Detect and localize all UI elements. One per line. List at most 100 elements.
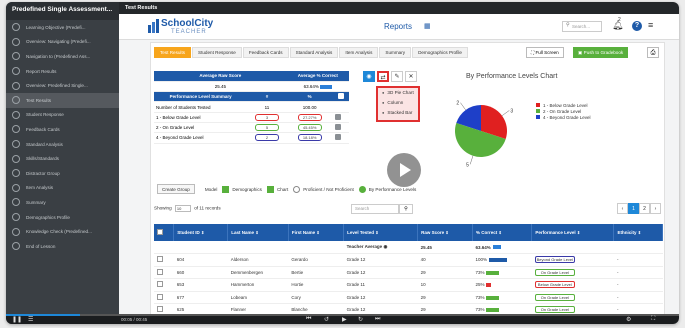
edit-icon[interactable]: ✎	[391, 71, 403, 82]
last-name-link[interactable]: Hammerton	[227, 278, 289, 292]
first-name-link[interactable]: Gerardo	[288, 253, 344, 267]
first-name-link[interactable]: Cory	[288, 291, 344, 304]
first-name-link[interactable]: Bertie	[288, 266, 344, 279]
column-header[interactable]: Last Name ⇕	[227, 224, 289, 241]
row-checkbox[interactable]	[157, 281, 163, 288]
chart-options-icon[interactable]: ⇄	[377, 71, 389, 82]
table-search-input[interactable]: Search	[351, 204, 399, 214]
sidebar-item[interactable]: Overview: Predefined Single...	[6, 78, 119, 93]
column-header[interactable]: % Correct ⇕	[472, 224, 533, 241]
chart-checkbox[interactable]	[266, 185, 274, 193]
legend-item[interactable]: 4 - Beyond Grade Level	[536, 114, 591, 120]
tab-demographics-profile[interactable]: Demographics Profile	[412, 47, 468, 58]
sidebar-item-label: Feedback Cards	[26, 126, 60, 132]
sidebar-item[interactable]: Student Response	[6, 108, 119, 123]
column-header[interactable]: Student ID ⇕	[173, 224, 229, 241]
chart-menu-item[interactable]: 3D Pie Chart	[378, 88, 418, 98]
level-count[interactable]: 5	[254, 124, 279, 132]
next-page-icon[interactable]: ›	[650, 203, 661, 214]
forward-icon[interactable]: ↻	[358, 316, 363, 323]
column-header[interactable]: Ethnicity ⇕	[613, 224, 663, 241]
tab-student-response[interactable]: Student Response	[192, 47, 242, 58]
page-button[interactable]: 1	[628, 203, 639, 214]
close-icon[interactable]: ✕	[405, 71, 417, 82]
menu-toggle-icon[interactable]: ☰	[28, 316, 33, 323]
select-all-checkbox[interactable]	[157, 229, 163, 235]
sidebar-item[interactable]: Learning Objective (Predefi...	[6, 20, 119, 35]
settings-icon[interactable]: ⚙	[626, 316, 631, 323]
row-checkbox[interactable]	[157, 293, 163, 300]
circle-icon	[12, 154, 20, 163]
tab-standard-analysis[interactable]: Standard Analysis	[289, 47, 339, 58]
prev-page-icon[interactable]: ‹	[617, 203, 628, 214]
sidebar-item[interactable]: Test Results	[6, 92, 119, 108]
sidebar-item[interactable]: Report Results	[6, 64, 119, 79]
sidebar-item[interactable]: Knowledge Check (Predefined...	[6, 224, 119, 239]
sidebar-item[interactable]: Feedback Cards	[6, 122, 119, 137]
sidebar-item-label: End of Lesson	[26, 243, 56, 249]
sidebar-item-label: Knowledge Check (Predefined...	[26, 229, 92, 235]
demographics-checkbox[interactable]	[222, 185, 230, 193]
tab-summary[interactable]: Summary	[379, 47, 412, 58]
previous-icon[interactable]: ⏮	[306, 316, 311, 323]
create-group-button[interactable]: Create Group	[157, 184, 195, 194]
level-percent[interactable]: 45.45%	[297, 124, 322, 132]
menu-icon[interactable]: ≡	[648, 20, 653, 30]
sidebar-item[interactable]: Item Analysis	[6, 181, 119, 196]
sidebar-item[interactable]: Skills/Standards	[6, 151, 119, 166]
fullscreen-button[interactable]: ⛶ Full Screen	[526, 47, 564, 58]
results-table: Student ID ⇕ Last Name ⇕ First Name ⇕ Level…	[154, 224, 663, 317]
first-name-link[interactable]: Hortie	[288, 278, 344, 292]
pct-bar	[486, 283, 492, 288]
print-icon[interactable]: ⎙	[647, 47, 659, 58]
play-icon[interactable]: ▶	[342, 316, 347, 323]
level-checkbox[interactable]	[334, 124, 341, 131]
sidebar-item[interactable]: Demographics Profile	[6, 210, 119, 225]
legend-item[interactable]: 1 - Below Grade Level	[536, 102, 591, 108]
fullscreen-icon[interactable]: ⛶	[651, 316, 655, 323]
level-percent[interactable]: 27.27%	[297, 113, 322, 121]
sidebar-item[interactable]: Distractor Group	[6, 166, 119, 181]
level-checkbox[interactable]	[334, 134, 341, 141]
tab-feedback-cards[interactable]: Feedback Cards	[242, 47, 289, 58]
level-checkbox[interactable]	[334, 113, 341, 120]
sidebar-item[interactable]: Standard Analysis	[6, 137, 119, 152]
chart-menu-item[interactable]: Stacked Bar	[378, 108, 418, 118]
row-checkbox[interactable]	[157, 306, 163, 313]
push-gradebook-button[interactable]: ▣ Push to Gradebook	[573, 47, 629, 58]
by-level-radio[interactable]	[358, 185, 366, 193]
play-button[interactable]	[387, 153, 421, 187]
grid-icon[interactable]: ▦	[424, 22, 431, 30]
raw-score: 29	[417, 291, 473, 304]
sidebar-item[interactable]: End of Lesson	[6, 239, 119, 254]
chart-menu-item[interactable]: Column	[378, 98, 418, 108]
last-name-link[interactable]: Demmenbergen	[227, 266, 289, 279]
row-checkbox[interactable]	[157, 256, 163, 263]
level-count[interactable]: 3	[254, 113, 279, 121]
column-header[interactable]: Performance Level ⇕	[531, 224, 615, 241]
table-search-icon[interactable]: ⚲	[399, 204, 413, 214]
level-count[interactable]: 2	[254, 134, 279, 142]
average-pct: 63.64%	[472, 241, 532, 254]
tab-test-results[interactable]: Test Results	[154, 47, 192, 58]
sidebar-item[interactable]: Overview: Navigating (Predefi...	[6, 35, 119, 50]
last-name-link[interactable]: Alderson	[227, 253, 289, 267]
row-checkbox[interactable]	[157, 268, 163, 275]
select-all-header[interactable]	[154, 224, 175, 241]
chart-type-icon[interactable]: ◉	[363, 71, 375, 82]
proficient-radio[interactable]	[293, 185, 301, 193]
tab-item-analysis[interactable]: Item Analysis	[339, 47, 379, 58]
page-size-select[interactable]: 10	[174, 205, 191, 212]
rewind-icon[interactable]: ↺	[324, 316, 329, 323]
sidebar-item[interactable]: Navigation to (Predefined Ass...	[6, 49, 119, 64]
column-header[interactable]: Level Tested ⇕	[343, 224, 419, 241]
next-icon[interactable]: ⏭	[375, 316, 380, 323]
column-header[interactable]: Raw Score ⇕	[417, 224, 473, 241]
last-name-link[interactable]: Lobeam	[227, 291, 289, 304]
column-header[interactable]: First Name ⇕	[288, 224, 345, 241]
page-button[interactable]: 2	[639, 203, 650, 214]
sidebar-item[interactable]: Summary	[6, 195, 119, 210]
help-icon[interactable]: ?	[632, 21, 642, 31]
pause-icon[interactable]: ❚❚	[12, 316, 22, 323]
level-percent[interactable]: 18.18%	[297, 134, 322, 142]
